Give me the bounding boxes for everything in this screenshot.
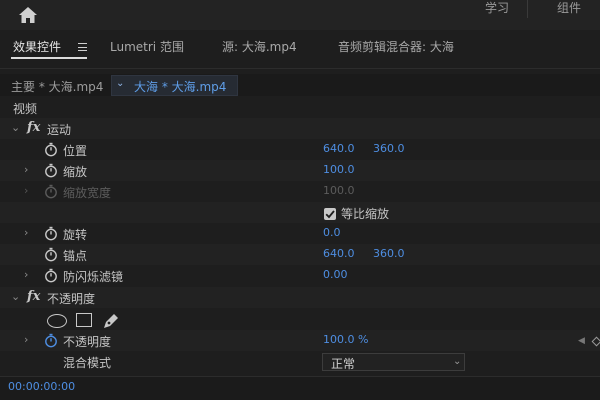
position-x-value[interactable]: 640.0 [323, 142, 355, 155]
property-label: 旋转 [63, 228, 88, 242]
rotation-value[interactable]: 0.0 [323, 226, 341, 239]
tab-source[interactable]: 源: 大海.mp4 [222, 38, 297, 55]
property-label: 混合模式 [63, 356, 112, 370]
anchor-x-value[interactable]: 640.0 [323, 247, 355, 260]
tab-audio-clip-mixer[interactable]: 音频剪辑混合器: 大海 [338, 38, 454, 55]
property-label: 位置 [63, 144, 88, 158]
fx-icon[interactable]: fx [27, 120, 40, 135]
stopwatch-icon [45, 184, 57, 199]
chevron-down-icon[interactable]: ⌄ [11, 121, 20, 134]
property-row-scale: › 缩放 100.0 [0, 160, 600, 181]
uniform-scale-checkbox[interactable] [324, 208, 336, 220]
anchor-y-value[interactable]: 360.0 [373, 247, 405, 260]
property-row-uniform-scale: 等比缩放 [0, 202, 600, 223]
property-row-scale-width: › 缩放宽度 100.0 [0, 181, 600, 202]
previous-keyframe-icon[interactable]: ◀ [578, 336, 585, 346]
stopwatch-icon[interactable] [44, 226, 58, 241]
pen-mask-icon[interactable] [101, 311, 121, 331]
property-row-opacity: › 不透明度 100.0 % [0, 330, 600, 351]
chevron-right-icon[interactable]: › [24, 333, 28, 346]
workspace-bar [0, 0, 600, 30]
panel-footer [0, 376, 600, 400]
section-header: 视频 [0, 97, 600, 118]
stopwatch-icon[interactable] [44, 247, 58, 262]
workspace-assembly[interactable]: 组件 [557, 0, 581, 18]
chevron-down-icon[interactable]: ⌄ [453, 356, 461, 367]
effect-row-opacity[interactable]: ⌄ fx 不透明度 [0, 287, 600, 308]
chevron-right-icon[interactable]: › [24, 163, 28, 176]
chevron-down-icon[interactable]: ⌄ [116, 78, 124, 89]
chevron-right-icon[interactable]: › [24, 268, 28, 281]
property-row-rotation: › 旋转 0.0 [0, 223, 600, 244]
property-row-anchor: 锚点 640.0 360.0 [0, 244, 600, 265]
selected-clip-name[interactable]: 大海 * 大海.mp4 [134, 78, 226, 95]
blend-mode-value[interactable]: 正常 [331, 355, 355, 372]
antiflicker-value[interactable]: 0.00 [323, 268, 348, 281]
workspace-learn[interactable]: 学习 [485, 0, 509, 18]
uniform-scale-label: 等比缩放 [341, 207, 390, 221]
fx-icon[interactable]: fx [27, 289, 40, 304]
master-clip-label[interactable]: 主要 * 大海.mp4 [11, 78, 103, 95]
scale-value[interactable]: 100.0 [323, 163, 355, 176]
property-label: 不透明度 [63, 335, 112, 349]
position-y-value[interactable]: 360.0 [373, 142, 405, 155]
effect-name: 不透明度 [47, 292, 96, 306]
panel-tabs [0, 30, 600, 64]
ellipse-mask-icon[interactable] [47, 314, 67, 328]
home-icon[interactable] [18, 6, 38, 24]
active-tab-underline [11, 57, 87, 59]
tab-effect-controls[interactable]: 效果控件 [13, 38, 61, 55]
property-row-antiflicker: › 防闪烁滤镜 0.00 [0, 265, 600, 286]
stopwatch-icon[interactable] [44, 163, 58, 178]
opacity-value[interactable]: 100.0 % [323, 333, 368, 346]
checkmark-icon [325, 210, 335, 219]
stopwatch-icon[interactable] [44, 268, 58, 283]
chevron-down-icon[interactable]: ⌄ [11, 290, 20, 303]
property-label: 缩放宽度 [63, 186, 112, 200]
property-label: 防闪烁滤镜 [63, 270, 124, 284]
scale-width-value: 100.0 [323, 184, 355, 197]
panel-menu-icon[interactable] [78, 43, 87, 51]
rectangle-mask-icon[interactable] [76, 313, 92, 327]
tab-lumetri-scopes[interactable]: Lumetri 范围 [110, 38, 184, 55]
effect-name: 运动 [47, 123, 72, 137]
property-row-blend-mode: 混合模式 [0, 351, 600, 372]
property-label: 锚点 [63, 249, 88, 263]
section-label: 视频 [13, 102, 38, 116]
chevron-right-icon[interactable]: › [24, 226, 28, 239]
stopwatch-icon[interactable] [44, 333, 58, 348]
stopwatch-icon[interactable] [44, 142, 58, 157]
effect-row-motion[interactable]: ⌄ fx 运动 [0, 118, 600, 139]
timecode[interactable]: 00:00:00:00 [8, 380, 75, 393]
tab-separator [0, 68, 600, 69]
property-label: 缩放 [63, 165, 88, 179]
chevron-right-icon: › [24, 184, 29, 197]
property-row-position: 位置 640.0 360.0 [0, 139, 600, 160]
workspace-divider [527, 0, 528, 18]
